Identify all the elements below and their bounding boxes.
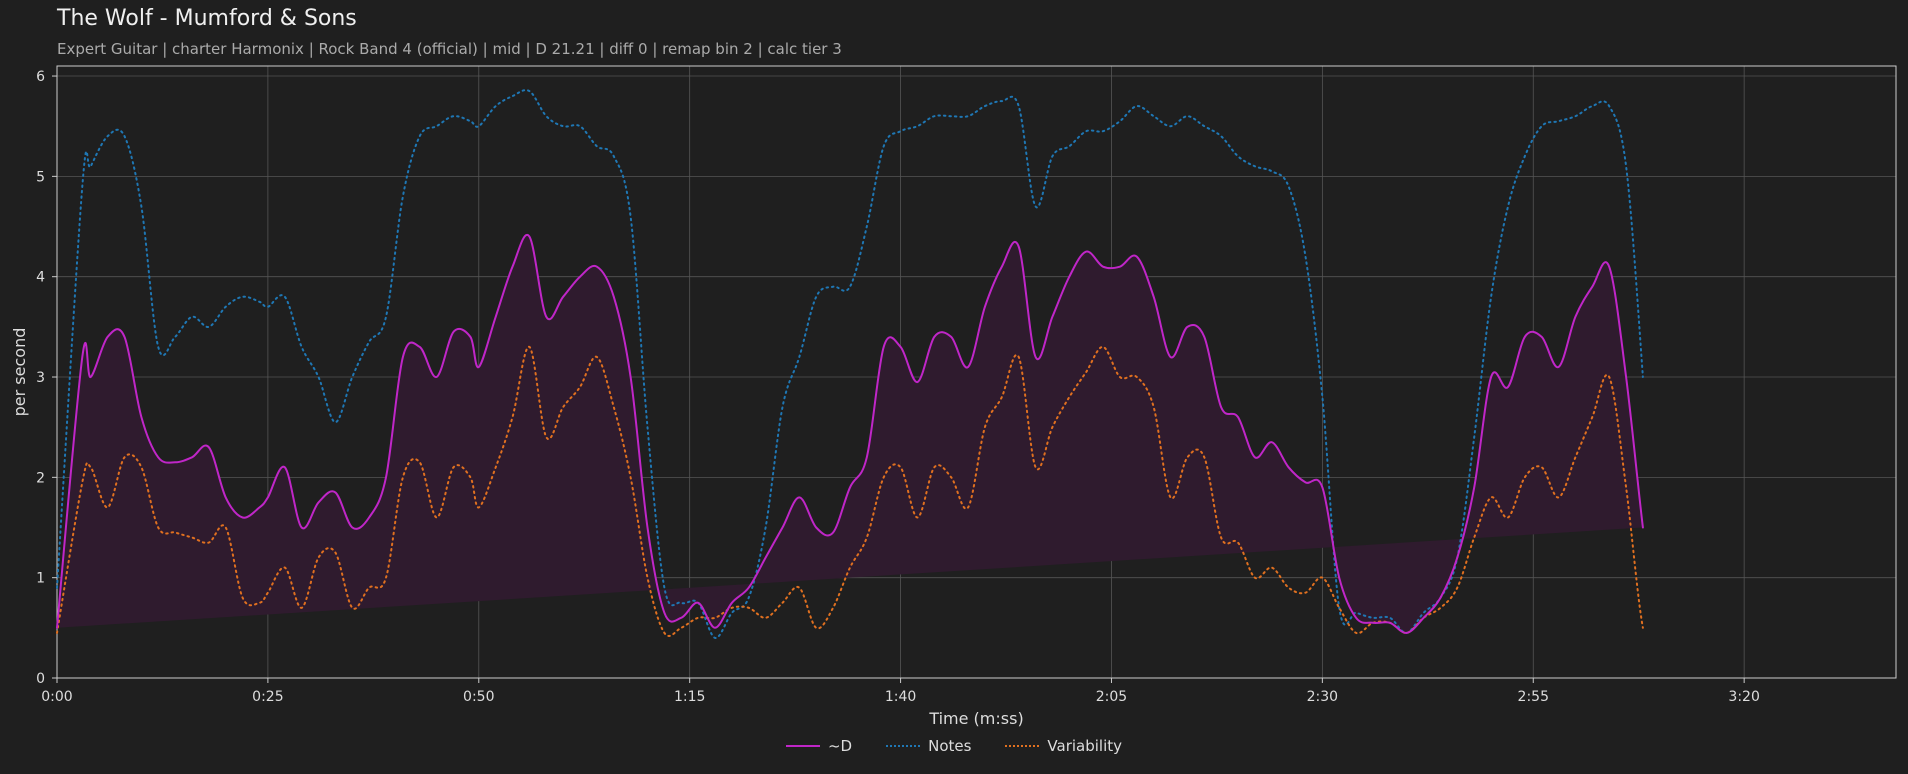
x-tick-label: 3:20 <box>1728 689 1759 705</box>
x-tick-label: 2:30 <box>1307 689 1338 705</box>
chart-svg: 0:00 0:25 0:50 1:15 1:40 2:05 2:30 2:55 3:20 0 1 2 3… <box>10 65 1897 728</box>
x-axis-label: Time (m:ss) <box>928 709 1023 728</box>
x-tick-label: 2:05 <box>1096 689 1127 705</box>
y-tick-label: 4 <box>36 270 45 286</box>
y-tick-label: 2 <box>36 470 45 486</box>
legend-label-d: ~D <box>827 737 853 755</box>
y-tick-label: 6 <box>36 69 45 85</box>
legend-label-notes: Notes <box>928 737 972 755</box>
legend-swatch-variability <box>1005 745 1040 747</box>
legend-item-variability: Variability <box>1005 737 1122 755</box>
y-axis-label: per second <box>10 328 29 417</box>
x-tick-label: 2:55 <box>1518 689 1549 705</box>
x-tick-label: 0:00 <box>41 689 72 705</box>
legend-label-variability: Variability <box>1047 737 1123 755</box>
x-tick-label: 0:50 <box>463 689 494 705</box>
legend-swatch-d <box>785 745 820 747</box>
y-tick-label: 5 <box>36 169 45 185</box>
y-tick-label: 3 <box>36 370 45 386</box>
legend-item-d: ~D <box>785 737 853 755</box>
y-tick-label: 0 <box>36 671 45 687</box>
x-tick-label: 1:40 <box>885 689 916 705</box>
legend: ~D Notes Variability <box>0 737 1908 755</box>
legend-item-notes: Notes <box>886 737 971 755</box>
series-area-d <box>57 234 1643 633</box>
x-tick-label: 1:15 <box>674 689 705 705</box>
y-tick-label: 1 <box>36 571 45 587</box>
x-tick-label: 0:25 <box>252 689 283 705</box>
legend-swatch-notes <box>886 745 921 747</box>
